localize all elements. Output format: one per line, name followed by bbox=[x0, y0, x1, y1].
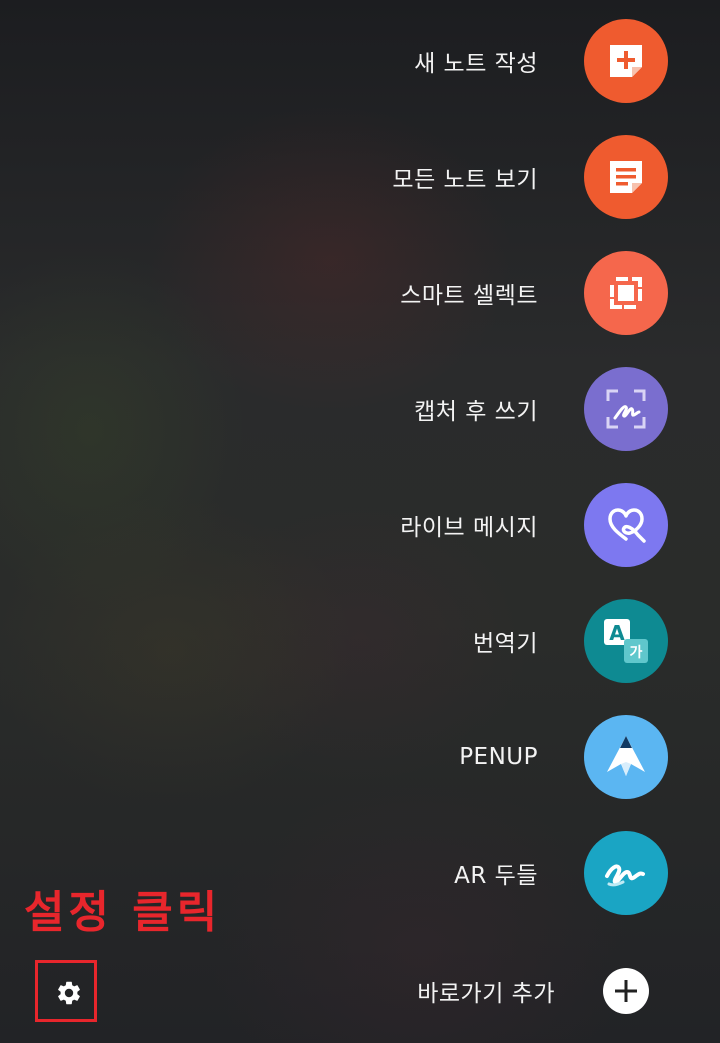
menu-item-label: 모든 노트 보기 bbox=[392, 167, 538, 193]
menu-item-label: 캡처 후 쓰기 bbox=[414, 399, 538, 425]
menu-item-label: 번역기 bbox=[473, 631, 538, 657]
menu-item-label: 라이브 메시지 bbox=[400, 515, 538, 541]
screen-write-icon[interactable] bbox=[584, 367, 668, 451]
menu-item-penup[interactable]: PENUP bbox=[0, 707, 720, 807]
annotation-text: 설정 클릭 bbox=[24, 887, 222, 938]
smart-select-icon[interactable] bbox=[584, 251, 668, 335]
gear-icon bbox=[58, 981, 80, 1005]
live-message-icon[interactable] bbox=[584, 483, 668, 567]
penup-icon[interactable] bbox=[584, 715, 668, 799]
svg-text:가: 가 bbox=[630, 645, 643, 661]
menu-item-live-message[interactable]: 라이브 메시지 bbox=[0, 475, 720, 575]
plus-icon[interactable] bbox=[603, 968, 649, 1014]
menu-item-label: AR 두들 bbox=[454, 863, 538, 889]
menu-item-all-notes[interactable]: 모든 노트 보기 bbox=[0, 127, 720, 227]
all-notes-icon[interactable] bbox=[584, 135, 668, 219]
settings-button[interactable] bbox=[52, 976, 86, 1010]
menu-item-label: PENUP bbox=[459, 744, 538, 770]
menu-item-label: 스마트 셀렉트 bbox=[400, 283, 538, 309]
svg-text:A: A bbox=[609, 621, 625, 645]
menu-item-label: 새 노트 작성 bbox=[414, 51, 538, 77]
menu-item-screen-write[interactable]: 캡처 후 쓰기 bbox=[0, 359, 720, 459]
new-note-icon[interactable] bbox=[584, 19, 668, 103]
menu-item-label: 바로가기 추가 bbox=[417, 981, 555, 1007]
translate-icon[interactable]: A 가 bbox=[584, 599, 668, 683]
menu-item-new-note[interactable]: 새 노트 작성 bbox=[0, 11, 720, 111]
menu-item-add-shortcut[interactable]: 바로가기 추가 bbox=[0, 941, 720, 1041]
menu-item-translate[interactable]: 번역기 A 가 bbox=[0, 591, 720, 691]
menu-item-smart-select[interactable]: 스마트 셀렉트 bbox=[0, 243, 720, 343]
ar-doodle-icon[interactable] bbox=[584, 831, 668, 915]
